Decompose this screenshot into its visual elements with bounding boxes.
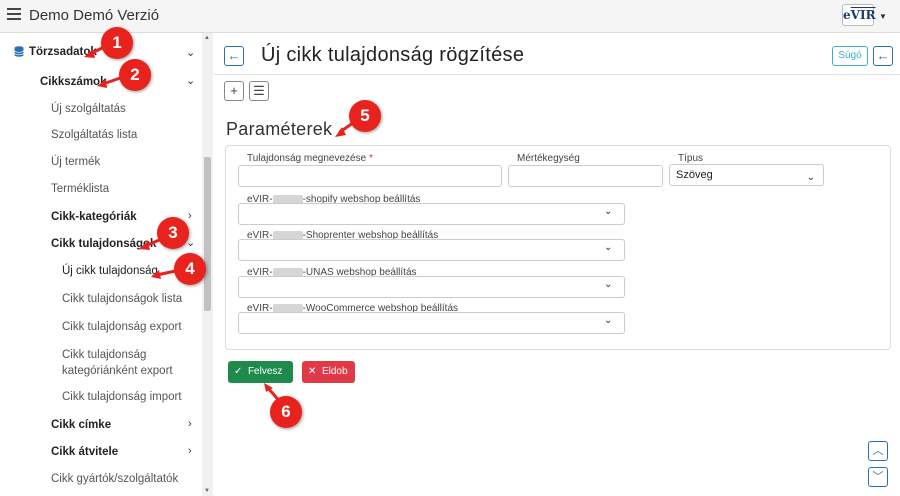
unit-input[interactable] — [508, 165, 663, 187]
callout-1: 1 — [101, 27, 133, 59]
sidebar-item-cikk-tulajdonsagok-lista[interactable]: Cikk tulajdonságok lista — [62, 293, 182, 305]
chevron-right-icon[interactable]: › — [188, 210, 192, 222]
chevron-right-icon[interactable]: › — [188, 445, 192, 457]
unit-label: Mértékegység — [517, 153, 580, 164]
callout-5: 5 — [349, 100, 381, 132]
back-arrow-button[interactable]: ← — [224, 46, 244, 66]
type-select[interactable]: Szöveg ⌄ — [669, 164, 824, 186]
check-icon: ✓ — [234, 366, 243, 377]
sidebar-item-cikk-atvitele[interactable]: Cikk átvitele — [51, 446, 118, 458]
callout-2: 2 — [119, 59, 151, 91]
add-button[interactable]: + — [224, 81, 244, 101]
page-header: ← Új cikk tulajdonság rögzítése Súgó ← — [214, 33, 900, 75]
type-label: Típus — [678, 153, 704, 164]
sidebar-item-uj-szolgaltatas[interactable]: Új szolgáltatás — [51, 103, 126, 115]
chevron-down-icon: ⌄ — [604, 242, 613, 253]
database-icon — [14, 46, 24, 57]
page-title: Új cikk tulajdonság rögzítése — [261, 44, 525, 66]
callout-3: 3 — [157, 217, 189, 249]
chevron-down-icon: ⌄ — [604, 279, 613, 290]
save-button[interactable]: ✓ Felvesz — [228, 361, 293, 383]
caret-down-icon[interactable]: ▼ — [879, 12, 887, 21]
main-content: ← Új cikk tulajdonság rögzítése Súgó ← +… — [214, 33, 900, 496]
evir-logo[interactable]: eVIR — [842, 4, 876, 26]
sidebar-item-cikk-gyartok[interactable]: Cikk gyártók/szolgáltatók — [51, 473, 178, 485]
sidebar-item-cikk-tulajdonsag-export[interactable]: Cikk tulajdonság export — [62, 321, 182, 333]
unas-select[interactable] — [238, 276, 625, 298]
chevron-down-icon: ⌄ — [604, 206, 613, 217]
chevron-down-icon: ⌄ — [604, 315, 613, 326]
top-bar: Demo Demó Verzió eVIR ▼ — [0, 0, 900, 33]
cancel-button[interactable]: ✕ Eldob — [302, 361, 355, 383]
chevron-right-icon[interactable]: › — [188, 418, 192, 430]
sidebar-item-cikk-tulajdonsagok[interactable]: Cikk tulajdonságok — [51, 238, 156, 250]
woocommerce-select[interactable] — [238, 312, 625, 334]
app-title: Demo Demó Verzió — [29, 7, 160, 24]
property-name-input[interactable] — [238, 165, 502, 187]
sidebar-item-uj-cikk-tulajdonsag[interactable]: Új cikk tulajdonság — [62, 265, 158, 277]
parameters-panel: Tulajdonság megnevezése * Mértékegység T… — [225, 145, 891, 350]
chevron-down-icon: ⌄ — [806, 172, 815, 183]
sidebar-item-cikk-tulajdonsag-import[interactable]: Cikk tulajdonság import — [62, 391, 182, 403]
sidebar-item-szolgaltatas-lista[interactable]: Szolgáltatás lista — [51, 129, 137, 141]
section-title: Paraméterek — [226, 119, 333, 139]
callout-6: 6 — [270, 396, 302, 428]
sidebar-item-uj-termek[interactable]: Új termék — [51, 156, 100, 168]
shopify-select[interactable] — [238, 203, 625, 225]
back-arrow-button-right[interactable]: ← — [873, 46, 893, 66]
scroll-up-arrow-icon[interactable]: ▲ — [204, 35, 210, 41]
help-button[interactable]: Súgó — [832, 46, 868, 66]
list-icon-button[interactable]: ☰ — [249, 81, 269, 101]
sidebar-item-cikk-tulajdonsag-kategoriankent-export[interactable]: Cikk tulajdonság kategóriánként export — [62, 347, 182, 379]
scroll-down-arrow-icon[interactable]: ▼ — [204, 488, 210, 494]
scroll-top-button[interactable]: ︿ — [868, 441, 888, 461]
sidebar-item-cikkszamok[interactable]: Cikkszámok — [40, 76, 106, 88]
sidebar-item-cikk-cimke[interactable]: Cikk címke — [51, 419, 111, 431]
sidebar-item-torzsadatok[interactable]: Törzsadatok — [29, 46, 97, 58]
name-label: Tulajdonság megnevezése * — [247, 153, 373, 164]
scroll-bottom-button[interactable]: ﹀ — [868, 467, 888, 487]
sidebar-item-termeklista[interactable]: Terméklista — [51, 183, 109, 195]
close-icon: ✕ — [308, 366, 317, 377]
sidebar-item-cikk-kategoriak[interactable]: Cikk-kategóriák — [51, 211, 137, 223]
chevron-down-icon[interactable]: ⌄ — [186, 46, 195, 59]
hamburger-menu-icon[interactable] — [7, 8, 21, 22]
callout-4: 4 — [174, 253, 206, 285]
chevron-down-icon[interactable]: ⌄ — [186, 74, 195, 87]
sidebar-scroll-thumb[interactable] — [204, 157, 211, 311]
shoprenter-select[interactable] — [238, 239, 625, 261]
